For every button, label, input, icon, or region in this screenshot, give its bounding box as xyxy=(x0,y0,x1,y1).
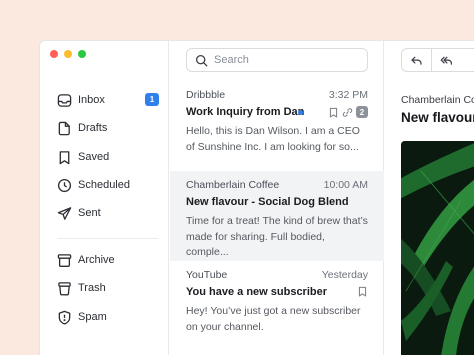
sidebar-item-spam[interactable]: Spam xyxy=(57,307,159,327)
sidebar-item-scheduled[interactable]: Scheduled xyxy=(57,175,159,195)
sidebar-item-label: Spam xyxy=(78,311,107,323)
sidebar: Inbox 1 Drafts Saved Scheduled Sent Arch… xyxy=(40,41,169,355)
sidebar-item-inbox[interactable]: Inbox 1 xyxy=(57,90,159,110)
search-icon xyxy=(195,54,208,66)
bookmark-icon[interactable] xyxy=(328,107,339,118)
message-list: Dribbble 3:32 PM Work Inquiry from Dan 2… xyxy=(170,41,384,355)
reply-button[interactable] xyxy=(402,49,431,71)
sidebar-item-trash[interactable]: Trash xyxy=(57,278,159,298)
message-preview: Time for a treat! The kind of brew that’… xyxy=(186,215,368,258)
drafts-icon xyxy=(58,121,70,135)
sidebar-item-archive[interactable]: Archive xyxy=(57,250,159,270)
message-item-dribbble[interactable]: Dribbble 3:32 PM Work Inquiry from Dan 2… xyxy=(170,81,384,171)
sidebar-item-label: Drafts xyxy=(78,122,108,134)
message-subject: You have a new subscriber xyxy=(186,286,328,298)
sidebar-item-sent[interactable]: Sent xyxy=(57,203,159,223)
sidebar-item-label: Sent xyxy=(78,207,101,219)
message-subject: New flavour - Social Dog Blend xyxy=(186,196,349,208)
email-hero-image xyxy=(401,141,474,355)
search-input[interactable] xyxy=(214,54,354,66)
message-item-youtube[interactable]: YouTube Yesterday You have a new subscri… xyxy=(170,261,384,351)
message-item-chamberlain-coffee[interactable]: Chamberlain Coffee 10:00 AM New flavour … xyxy=(170,171,384,261)
archive-icon xyxy=(57,253,72,267)
message-time: 10:00 AM xyxy=(323,179,368,191)
detail-subject: New flavour xyxy=(401,110,474,125)
link-icon xyxy=(342,107,353,117)
plant-leaves-image xyxy=(401,141,474,355)
sidebar-item-label: Inbox xyxy=(78,94,105,106)
sidebar-item-drafts[interactable]: Drafts xyxy=(57,118,159,138)
message-sender: Dribbble xyxy=(186,89,226,101)
mail-app-window: Inbox 1 Drafts Saved Scheduled Sent Arch… xyxy=(39,40,474,355)
reply-all-button[interactable] xyxy=(432,49,461,71)
sidebar-item-saved[interactable]: Saved xyxy=(57,147,159,167)
attachment-count-badge: 2 xyxy=(356,106,368,118)
sidebar-item-label: Archive xyxy=(78,254,115,266)
sidebar-item-label: Scheduled xyxy=(78,179,130,191)
clock-icon xyxy=(57,178,72,192)
message-detail-pane: Chamberlain Co New flavour xyxy=(385,41,474,355)
message-preview: Hey! You’ve just got a new subscriber on… xyxy=(186,305,361,333)
inbox-icon xyxy=(57,93,72,107)
message-preview: Hello, this is Dan Wilson. I am a CEO of… xyxy=(186,125,360,153)
detail-sender: Chamberlain Co xyxy=(401,94,474,106)
sidebar-divider xyxy=(57,238,158,239)
message-time: Yesterday xyxy=(321,269,368,281)
message-time: 3:32 PM xyxy=(328,89,368,101)
reply-icon xyxy=(411,56,422,65)
unread-indicator xyxy=(298,110,303,115)
trash-icon xyxy=(58,281,71,295)
message-sender: Chamberlain Coffee xyxy=(186,179,280,191)
bookmark-icon[interactable] xyxy=(357,286,368,297)
sidebar-item-label: Saved xyxy=(78,151,110,163)
send-icon xyxy=(57,206,72,220)
search-box[interactable] xyxy=(186,48,368,72)
detail-toolbar xyxy=(401,48,474,72)
inbox-unread-badge: 1 xyxy=(145,93,159,106)
message-subject: Work Inquiry from Dan xyxy=(186,106,305,118)
bookmark-icon xyxy=(59,150,70,164)
message-sender: YouTube xyxy=(186,269,228,281)
sidebar-item-label: Trash xyxy=(78,282,106,294)
shield-icon xyxy=(58,310,71,325)
reply-all-icon xyxy=(440,56,452,65)
